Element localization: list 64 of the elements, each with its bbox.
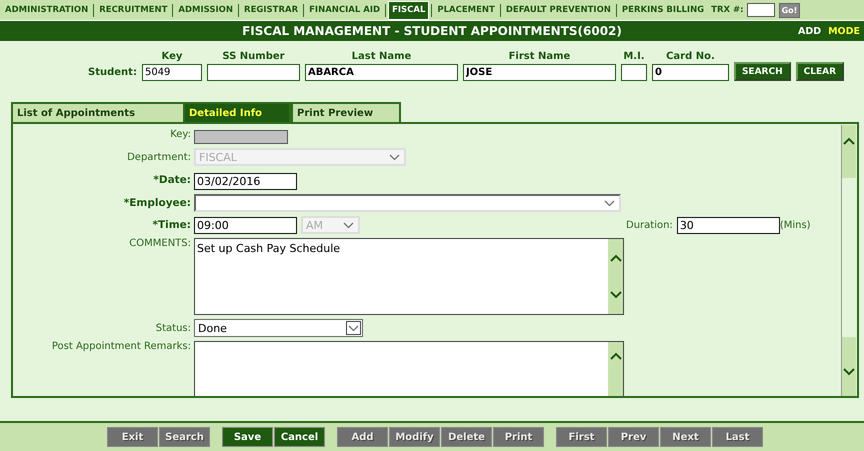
scrollbar[interactable]: [608, 239, 623, 314]
nav-tab[interactable]: PERKINS BILLING: [618, 0, 708, 20]
mode-action: ADD: [798, 26, 822, 36]
chevron-up-icon[interactable]: [843, 137, 855, 145]
mode-label: MODE: [828, 26, 860, 36]
nav-tab[interactable]: PLACEMENT: [434, 0, 498, 20]
column-heading: Last Name: [352, 51, 412, 62]
column-heading: Card No.: [666, 51, 715, 62]
time-field[interactable]: 09:00: [194, 216, 297, 234]
unit-label: (Mins): [780, 220, 811, 230]
date-field[interactable]: 03/02/2016: [194, 173, 297, 190]
employee-select[interactable]: [194, 194, 621, 212]
student-field[interactable]: 0: [652, 64, 729, 81]
trx-input[interactable]: [746, 3, 775, 17]
caret-icon: [343, 222, 354, 228]
column-heading: First Name: [508, 51, 570, 62]
remarks-textarea[interactable]: [194, 341, 624, 396]
student-field[interactable]: [206, 64, 300, 81]
status-select[interactable]: Done: [194, 319, 363, 337]
column-heading: Key: [162, 51, 182, 62]
caret-icon: [348, 324, 359, 332]
field-label: *Time:: [151, 219, 191, 231]
field-label: Key:: [169, 129, 191, 140]
dropdown-button[interactable]: [346, 321, 361, 335]
student-field[interactable]: ABARCA: [304, 64, 458, 81]
chevron-up-icon[interactable]: [610, 352, 622, 360]
column-heading: SS Number: [222, 51, 285, 62]
caret-icon: [389, 154, 400, 160]
scrollbar[interactable]: [608, 342, 623, 396]
chevron-up-icon[interactable]: [610, 254, 622, 262]
tab[interactable]: List of Appointments: [11, 102, 183, 122]
nav-tab[interactable]: RECRUITMENT: [96, 0, 170, 20]
toolbar-button[interactable]: Cancel: [274, 427, 325, 447]
field-label: *Employee:: [122, 197, 191, 209]
tab[interactable]: Print Preview: [291, 102, 401, 122]
scrollbar[interactable]: [841, 125, 856, 396]
student-field[interactable]: [620, 64, 647, 81]
field-label: COMMENTS:: [128, 238, 191, 249]
field-label: *Date:: [152, 174, 191, 186]
caret-icon: [604, 200, 615, 206]
field-label: Department:: [126, 152, 191, 162]
toolbar-button[interactable]: Save: [222, 427, 273, 447]
nav-tab[interactable]: FINANCIAL AID: [306, 0, 384, 20]
trx-label: TRX #:: [711, 5, 744, 15]
student-button[interactable]: CLEAR: [796, 62, 844, 81]
go-button[interactable]: Go!: [778, 2, 800, 18]
comments-textarea[interactable]: Set up Cash Pay Schedule: [194, 238, 624, 315]
duration-field[interactable]: 30: [676, 216, 780, 234]
student-field[interactable]: 5049: [142, 64, 202, 81]
nav-tab[interactable]: DEFAULT PREVENTION: [502, 0, 614, 20]
field-label: Status:: [154, 322, 191, 334]
tab[interactable]: Detailed Info: [183, 102, 291, 122]
nav-tab[interactable]: ADMISSION: [175, 0, 236, 20]
chevron-down-icon[interactable]: [843, 368, 855, 376]
chevron-down-icon[interactable]: [610, 291, 622, 300]
page-title: FISCAL MANAGEMENT - STUDENT APPOINTMENTS(6002): [242, 24, 622, 38]
nav-tab[interactable]: FISCAL: [388, 0, 430, 20]
column-heading: M.I.: [623, 51, 645, 62]
field-label: Post Appointment Remarks:: [50, 341, 191, 352]
student-button[interactable]: SEARCH: [734, 62, 791, 81]
nav-tab[interactable]: REGISTRAR: [241, 0, 302, 20]
field-label: Duration:: [626, 220, 673, 230]
student-label: Student:: [88, 67, 137, 78]
nav-tab[interactable]: ADMINISTRATION: [2, 0, 92, 20]
